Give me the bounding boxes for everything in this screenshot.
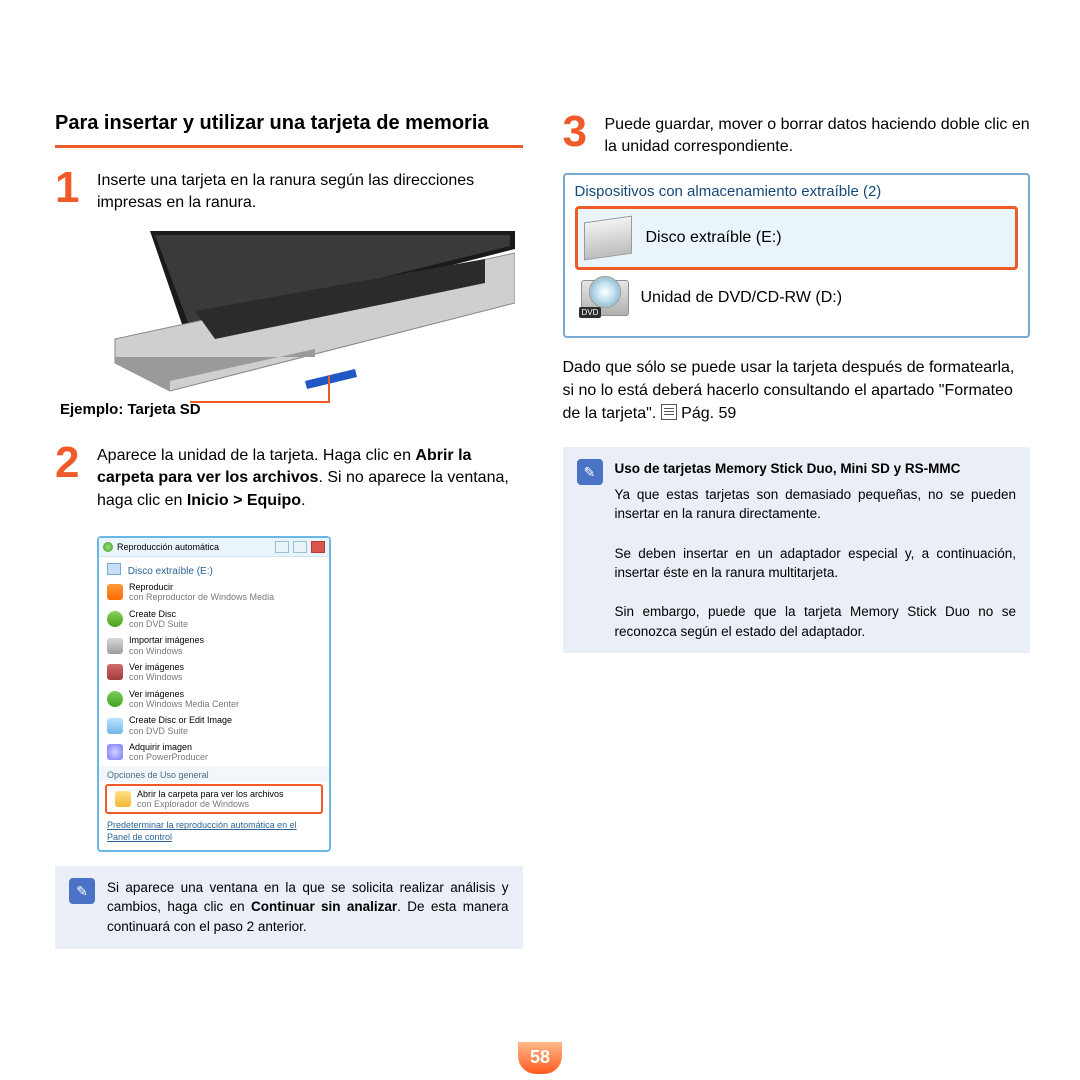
bold-text: Inicio > Equipo — [187, 492, 301, 509]
section-title: Para insertar y utilizar una tarjeta de … — [55, 110, 523, 148]
autoplay-window: Reproducción automática Disco extraíble … — [97, 536, 331, 852]
maximize-button[interactable] — [293, 541, 307, 553]
minimize-button[interactable] — [275, 541, 289, 553]
autoplay-option[interactable]: Reproducircon Reproductor de Windows Med… — [99, 579, 329, 606]
device-label: Unidad de DVD/CD-RW (D:) — [641, 289, 843, 307]
devices-title: Dispositivos con almacenamiento extraíbl… — [575, 183, 1019, 200]
laptop-illustration — [55, 231, 515, 401]
text: Adquirir imagen — [129, 742, 192, 752]
note-text: Si aparece una ventana en la que se soli… — [107, 878, 509, 937]
note-paragraph: Sin embargo, puede que la tarjeta Memory… — [615, 604, 1017, 639]
autoplay-option[interactable]: Ver imágenescon Windows — [99, 659, 329, 686]
note-paragraph: Se deben insertar en un adaptador especi… — [615, 546, 1017, 581]
window-titlebar: Reproducción automática — [99, 538, 329, 557]
step-3: 3 Puede guardar, mover o borrar datos ha… — [563, 110, 1031, 159]
step-number: 3 — [563, 110, 593, 159]
drive-label: Disco extraíble (E:) — [99, 557, 329, 579]
text: Ver imágenes — [129, 662, 184, 672]
devices-panel: Dispositivos con almacenamiento extraíbl… — [563, 173, 1031, 338]
text: Create Disc or Edit Image — [129, 715, 232, 725]
mediacenter-icon — [107, 691, 123, 707]
text: Ver imágenes — [129, 689, 184, 699]
step-2: 2 Aparece la unidad de la tarjeta. Haga … — [55, 441, 523, 512]
note-box: ✎ Si aparece una ventana en la que se so… — [55, 866, 523, 949]
pictures-icon — [107, 664, 123, 680]
pencil-icon: ✎ — [69, 878, 95, 904]
note-content: Uso de tarjetas Memory Stick Duo, Mini S… — [615, 459, 1017, 641]
subtext: con PowerProducer — [129, 752, 208, 762]
step-text: Puede guardar, mover o borrar datos haci… — [605, 110, 1031, 159]
laptop-figure: Ejemplo: Tarjeta SD — [55, 231, 523, 401]
example-label: Ejemplo: Tarjeta SD — [60, 401, 201, 418]
bold-text: Continuar sin analizar — [251, 899, 397, 914]
removable-disk-icon — [584, 215, 632, 260]
folder-icon — [115, 791, 131, 807]
edit-icon — [107, 718, 123, 734]
subtext: con Reproductor de Windows Media — [129, 592, 274, 602]
text: Abrir la carpeta para ver los archivos — [137, 789, 284, 799]
dvd-drive-icon: DVD — [581, 280, 627, 316]
text: Aparece la unidad de la tarjeta. Haga cl… — [97, 447, 415, 464]
text: Importar imágenes — [129, 635, 204, 645]
subtext: con Explorador de Windows — [137, 799, 284, 809]
pencil-icon: ✎ — [577, 459, 603, 485]
note-title: Uso de tarjetas Memory Stick Duo, Mini S… — [615, 459, 1017, 479]
text: Predeterminar la reproducción automática… — [107, 820, 297, 830]
page-number: 58 — [518, 1042, 562, 1074]
play-icon — [107, 584, 123, 600]
text: Panel de control — [107, 832, 172, 842]
text: . — [301, 492, 305, 509]
step-1: 1 Inserte una tarjeta en la ranura según… — [55, 166, 523, 215]
disc-icon — [107, 611, 123, 627]
removable-disk-row[interactable]: Disco extraíble (E:) — [575, 206, 1019, 270]
text: Dado que sólo se puede usar la tarjeta d… — [563, 359, 1015, 422]
section-label: Opciones de Uso general — [99, 766, 329, 782]
step-text: Inserte una tarjeta en la ranura según l… — [97, 166, 523, 215]
autoplay-option[interactable]: Adquirir imagencon PowerProducer — [99, 739, 329, 766]
step-number: 2 — [55, 441, 85, 512]
acquire-icon — [107, 744, 123, 760]
text: Disco extraíble (E:) — [128, 566, 213, 577]
camera-icon — [107, 638, 123, 654]
drive-icon — [107, 563, 121, 575]
subtext: con Windows — [129, 646, 204, 656]
subtext: con Windows Media Center — [129, 699, 239, 709]
step-text: Aparece la unidad de la tarjeta. Haga cl… — [97, 441, 523, 512]
callout-line — [190, 401, 330, 403]
subtext: con Windows — [129, 672, 184, 682]
text: Reproducir — [129, 582, 173, 592]
autoplay-icon — [103, 542, 113, 552]
autoplay-option[interactable]: Importar imágenescon Windows — [99, 632, 329, 659]
dvd-drive-row[interactable]: DVD Unidad de DVD/CD-RW (D:) — [575, 270, 1019, 326]
autoplay-footer-link[interactable]: Predeterminar la reproducción automática… — [99, 816, 329, 849]
subtext: con DVD Suite — [129, 726, 232, 736]
dvd-badge: DVD — [579, 307, 602, 318]
page-ref: Pág. 59 — [681, 405, 736, 422]
highlighted-option[interactable]: Abrir la carpeta para ver los archivosco… — [105, 784, 323, 815]
device-label: Disco extraíble (E:) — [646, 229, 782, 247]
body-text: Dado que sólo se puede usar la tarjeta d… — [563, 356, 1031, 426]
close-button[interactable] — [311, 541, 325, 553]
note-paragraph: Ya que estas tarjetas son demasiado pequ… — [615, 487, 1017, 522]
page-ref-icon — [661, 404, 677, 420]
window-title: Reproducción automática — [117, 542, 219, 552]
autoplay-option[interactable]: Ver imágenescon Windows Media Center — [99, 686, 329, 713]
autoplay-option[interactable]: Create Disc or Edit Imagecon DVD Suite — [99, 712, 329, 739]
step-number: 1 — [55, 166, 85, 215]
text: Create Disc — [129, 609, 176, 619]
autoplay-option[interactable]: Create Disccon DVD Suite — [99, 606, 329, 633]
note-box: ✎ Uso de tarjetas Memory Stick Duo, Mini… — [563, 447, 1031, 653]
subtext: con DVD Suite — [129, 619, 188, 629]
